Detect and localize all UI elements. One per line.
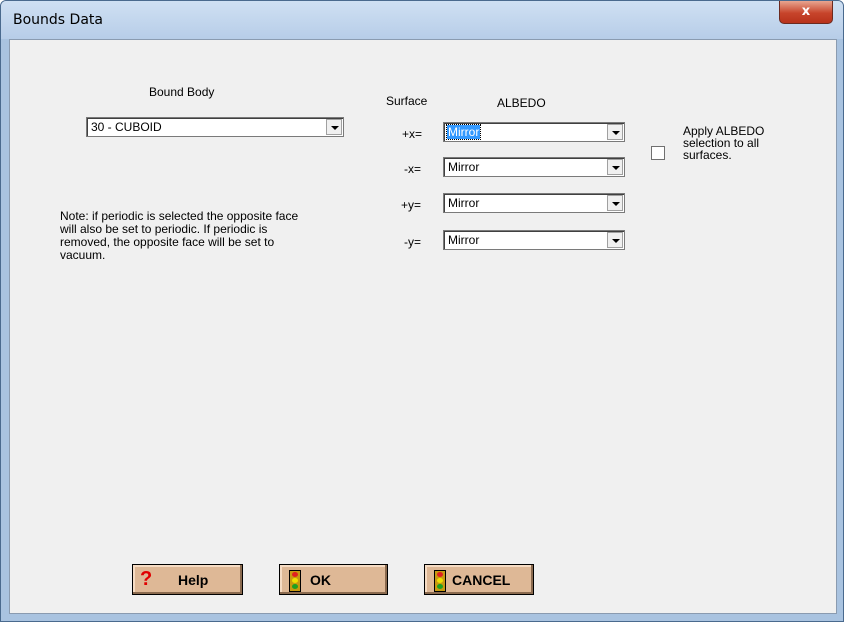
chevron-down-icon[interactable] [607,195,623,211]
traffic-light-icon [289,570,301,592]
surface-header-label: Surface [386,94,428,108]
chevron-down-icon[interactable] [607,232,623,248]
ok-button[interactable]: OK [279,564,388,595]
apply-albedo-all-checkbox[interactable] [651,146,665,160]
albedo-select-minus-x[interactable]: Mirror [443,157,625,177]
albedo-header-label: ALBEDO [497,96,546,110]
chevron-down-icon[interactable] [607,159,623,175]
apply-albedo-all-label[interactable]: Apply ALBEDO selection to all surfaces. [683,125,793,161]
surface-label-minus-y: -y= [404,235,422,249]
bound-body-label: Bound Body [149,85,215,99]
albedo-value-minus-x: Mirror [448,160,480,174]
albedo-value-plus-y: Mirror [448,196,480,210]
periodic-note: Note: if periodic is selected the opposi… [60,209,299,262]
cancel-button[interactable]: CANCEL [424,564,534,595]
bound-body-value: 30 - CUBOID [91,120,162,134]
title-bar[interactable]: Bounds Data x [1,1,843,39]
albedo-select-plus-y[interactable]: Mirror [443,193,625,213]
surface-label-plus-y: +y= [401,198,422,212]
help-button-label: Help [178,572,209,588]
question-mark-icon: ? [140,568,153,590]
dialog-client-area: Bound Body 30 - CUBOID Surface ALBEDO +x… [9,39,837,614]
albedo-select-plus-x[interactable]: Mirror [443,122,625,142]
bounds-data-window: Bounds Data x Bound Body 30 - CUBOID Sur… [0,0,844,622]
traffic-light-icon [434,570,446,592]
close-button[interactable]: x [779,1,833,24]
surface-label-minus-x: -x= [404,162,422,176]
cancel-button-label: CANCEL [452,572,511,588]
albedo-select-minus-y[interactable]: Mirror [443,230,625,250]
window-title: Bounds Data [13,12,103,28]
ok-button-label: OK [310,572,331,588]
surface-label-plus-x: +x= [402,127,423,141]
albedo-value-plus-x: Mirror [445,124,482,140]
chevron-down-icon[interactable] [326,119,342,135]
chevron-down-icon[interactable] [607,124,623,140]
bound-body-select[interactable]: 30 - CUBOID [86,117,344,137]
help-button[interactable]: ? Help [132,564,243,595]
albedo-value-minus-y: Mirror [448,233,480,247]
